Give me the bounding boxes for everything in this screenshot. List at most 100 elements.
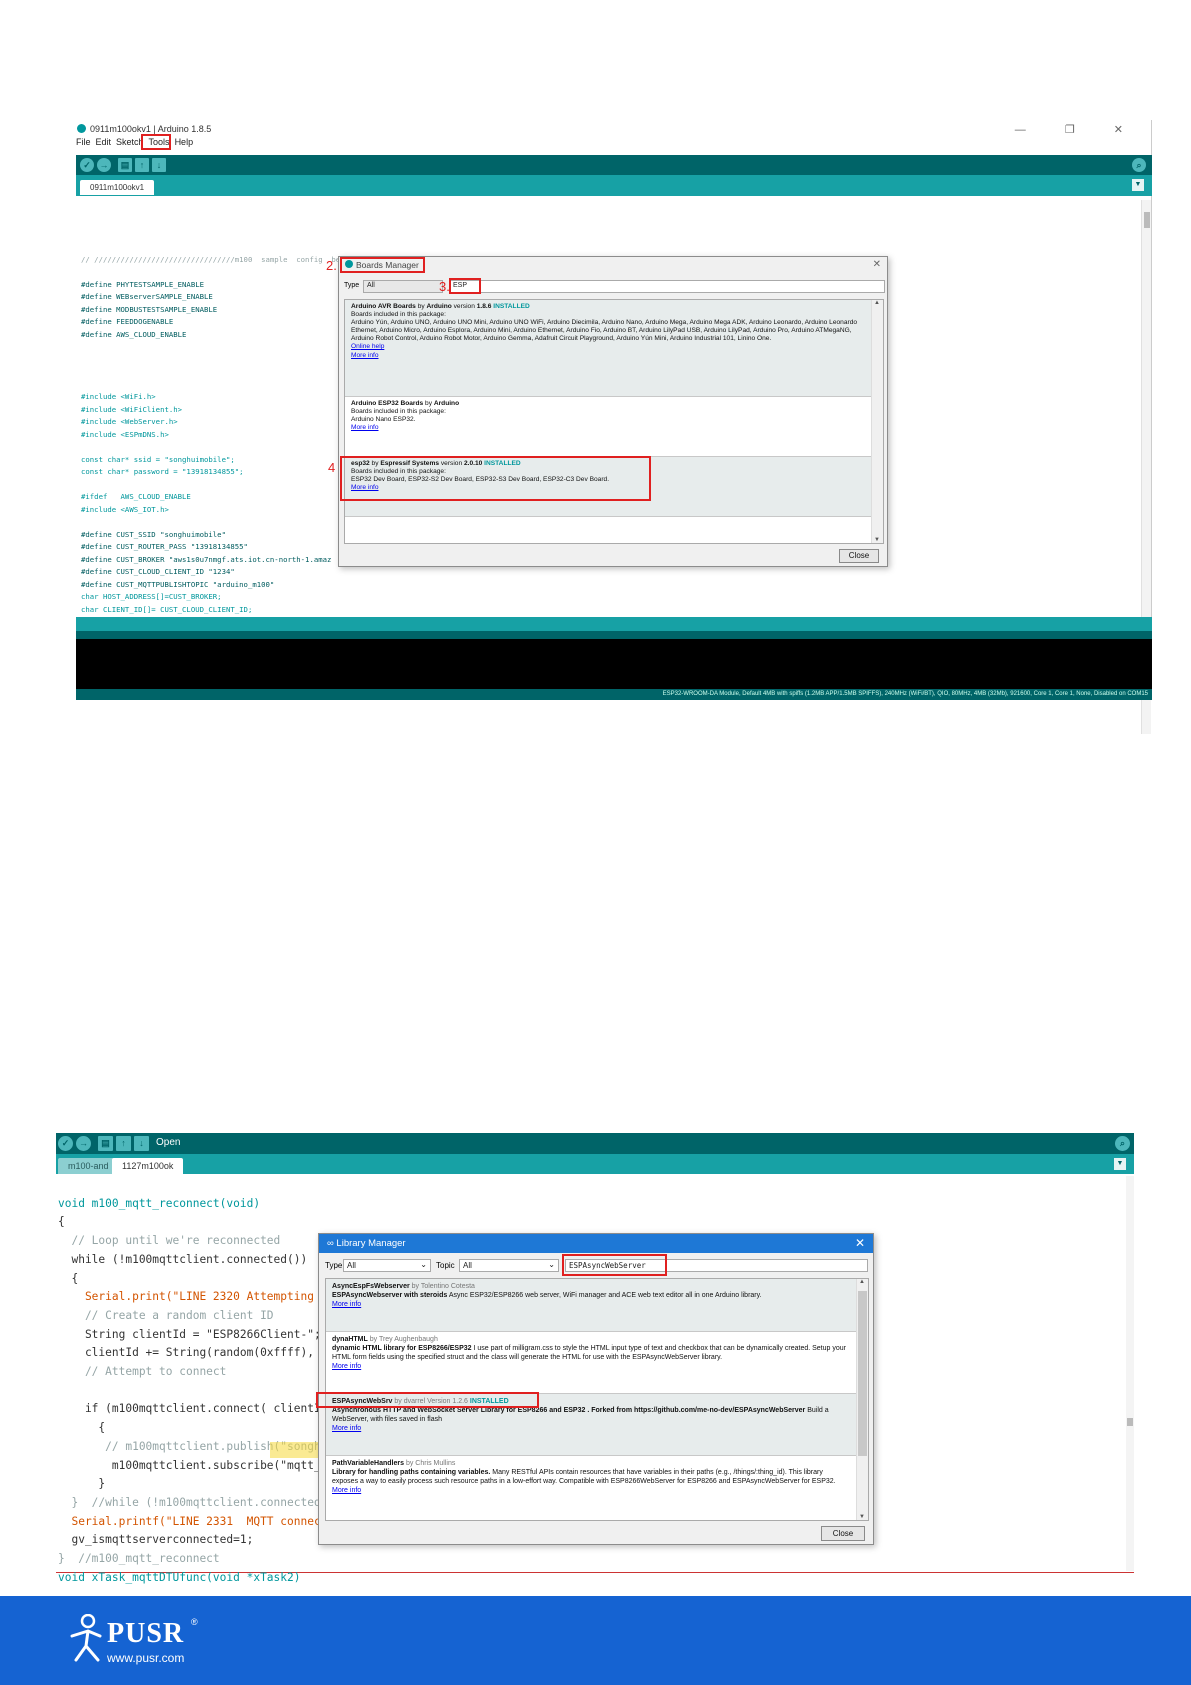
editor-scrollbar[interactable]: [1126, 1176, 1134, 1571]
board-name: Arduino ESP32 Boards: [351, 400, 424, 407]
library-author: by Chris Mullins: [405, 1460, 456, 1467]
verify-icon[interactable]: ✓: [80, 158, 94, 172]
serial-monitor-icon[interactable]: ⌕: [1132, 158, 1146, 172]
code-line: }: [58, 1477, 106, 1491]
board-version-label: version: [453, 303, 475, 310]
verify-icon[interactable]: ✓: [58, 1136, 73, 1151]
more-info-link[interactable]: More info: [332, 1487, 361, 1494]
close-button[interactable]: Close: [821, 1526, 865, 1541]
save-icon[interactable]: ↓: [152, 158, 166, 172]
code-line: gv_ismqttserverconnected=1;: [58, 1533, 254, 1547]
code-line: clientId += String(random(0xffff), HEX: [58, 1346, 341, 1360]
board-list: Arduino Nano ESP32.: [351, 416, 416, 424]
menu-file[interactable]: File: [76, 137, 91, 147]
search-highlight-box: [449, 278, 481, 294]
message-bar: [76, 617, 1152, 631]
boards-manager-highlight-box: [340, 257, 425, 273]
upload-icon[interactable]: →: [97, 158, 111, 172]
type-label: Type: [344, 282, 360, 289]
pusr-logo-icon: [70, 1614, 102, 1662]
list-item[interactable]: Arduino AVR Boards by Arduino version 1.…: [345, 300, 871, 397]
open-icon[interactable]: ↑: [116, 1136, 131, 1151]
window-title: 0911m100okv1 | Arduino 1.8.5: [90, 124, 212, 134]
code-line: while (!m100mqttclient.connected()): [58, 1252, 308, 1266]
list-item[interactable]: Arduino ESP32 Boards by Arduino Boards i…: [345, 397, 871, 457]
new-icon[interactable]: ▤: [98, 1136, 113, 1151]
code-line: } //while (!m100mqttclient.connected()): [58, 1495, 341, 1509]
close-button[interactable]: Close: [839, 549, 879, 563]
library-manager-screenshot: ✓ → ▤ ↑ ↓ Open ⌕ m100-and 1127m100ok ▼ v…: [56, 1133, 1134, 1584]
code-editor[interactable]: void m100_mqtt_reconnect(void) { // Loop …: [58, 1176, 341, 1587]
type-select[interactable]: All: [363, 280, 443, 293]
type-select[interactable]: All ⌄: [343, 1259, 431, 1272]
menu-sketch[interactable]: Sketch: [116, 137, 144, 147]
code-line: m100mqttclient.subscribe("mqtt_to_: [58, 1458, 341, 1472]
serial-monitor-icon[interactable]: ⌕: [1115, 1136, 1130, 1151]
menu-help[interactable]: Help: [175, 137, 194, 147]
arduino-app-icon: [77, 124, 86, 133]
library-name: PathVariableHandlers: [332, 1460, 404, 1467]
more-info-link[interactable]: More info: [351, 352, 379, 359]
tab-menu-icon[interactable]: ▼: [1114, 1158, 1126, 1170]
brand-url[interactable]: www.pusr.com: [107, 1651, 184, 1665]
tab-strip: m100-and 1127m100ok ▼: [56, 1154, 1134, 1174]
search-highlight-box: [562, 1254, 667, 1276]
code-line: Serial.printf("LINE 2331 MQTT connecti: [58, 1514, 335, 1528]
menu-edit[interactable]: Edit: [96, 137, 112, 147]
online-help-link[interactable]: Online help: [351, 343, 384, 350]
board-list: Arduino Yún, Arduino UNO, Arduino UNO Mi…: [351, 319, 858, 343]
list-item[interactable]: AsyncEspFsWebserver by Tolentino Cotesta…: [326, 1279, 856, 1332]
save-icon[interactable]: ↓: [134, 1136, 149, 1151]
more-info-link[interactable]: More info: [332, 1301, 361, 1308]
code-line: void xTask_mqttDTUfunc(void *xTask2): [58, 1570, 301, 1584]
window-controls[interactable]: — ❐ ✕: [1015, 123, 1141, 136]
step-2-label: 2.: [326, 258, 337, 273]
list-scrollbar[interactable]: ▲ ▼: [856, 1279, 868, 1520]
boards-list: Arduino AVR Boards by Arduino version 1.…: [344, 299, 884, 544]
more-info-link[interactable]: More info: [332, 1425, 361, 1432]
open-icon[interactable]: ↑: [135, 158, 149, 172]
window-titlebar: 0911m100okv1 | Arduino 1.8.5: [76, 124, 1152, 138]
list-item[interactable]: PathVariableHandlers by Chris Mullins Li…: [326, 1456, 856, 1520]
chevron-down-icon: ⌄: [548, 1260, 555, 1269]
board-author: Arduino: [426, 303, 452, 310]
tools-highlight-box: [141, 134, 171, 150]
status-bar: ESP32-WROOM-DA Module, Default 4MB with …: [76, 689, 1152, 700]
list-item[interactable]: dynaHTML by Trey Aughenbaugh dynamic HTM…: [326, 1332, 856, 1394]
tab-sketch[interactable]: 0911m100okv1: [80, 180, 155, 195]
board-included: Boards included in this package:: [351, 311, 446, 319]
step-4-label: 4: [328, 460, 336, 475]
tab-menu-icon[interactable]: ▼: [1132, 179, 1144, 191]
code-line: {: [58, 1271, 79, 1285]
dialog-title: Library Manager: [336, 1238, 406, 1249]
status-badge: INSTALLED: [493, 303, 530, 310]
new-icon[interactable]: ▤: [118, 158, 132, 172]
board-by: by: [417, 303, 425, 310]
board-by: by: [425, 400, 432, 407]
library-manager-dialog: ∞ Library Manager ✕ Type All ⌄ Topic All ⌄…: [318, 1233, 874, 1545]
code-line: char CLIENT_ID[]= CUST_CLOUD_CLIENT_ID;: [81, 604, 253, 614]
list-scrollbar[interactable]: ▲ ▼: [871, 300, 883, 543]
more-info-link[interactable]: More info: [332, 1363, 361, 1370]
code-line: void m100_mqtt_reconnect(void): [58, 1196, 261, 1210]
more-info-link[interactable]: More info: [351, 424, 379, 431]
tab-m100-and[interactable]: m100-and: [58, 1158, 119, 1174]
tab-1127m100ok[interactable]: 1127m100ok: [112, 1158, 184, 1174]
type-value: All: [347, 1261, 356, 1270]
close-icon[interactable]: ✕: [855, 1236, 865, 1250]
library-author: by Tolentino Cotesta: [411, 1283, 475, 1290]
search-input[interactable]: ESP: [449, 280, 885, 293]
code-line: #define CUST_CLOUD_CLIENT_ID "1234": [81, 567, 235, 576]
toolbar: ✓ → ▤ ↑ ↓ ⌕: [76, 155, 1152, 175]
console-output: [76, 639, 1152, 689]
board-included: Boards included in this package:: [351, 408, 446, 416]
upload-icon[interactable]: →: [76, 1136, 91, 1151]
close-icon[interactable]: ✕: [873, 259, 881, 270]
espasyncwebsrv-highlight-box: [316, 1392, 539, 1408]
topic-select[interactable]: All ⌄: [459, 1259, 559, 1272]
esp32-highlight-box: [340, 456, 651, 501]
registered-mark: ®: [191, 1617, 198, 1627]
chevron-down-icon: ⌄: [420, 1260, 427, 1269]
library-desc: Async ESP32/ESP8266 web server, WiFi man…: [447, 1292, 762, 1299]
menu-bar: File Edit Sketch Tools Help: [76, 137, 476, 149]
